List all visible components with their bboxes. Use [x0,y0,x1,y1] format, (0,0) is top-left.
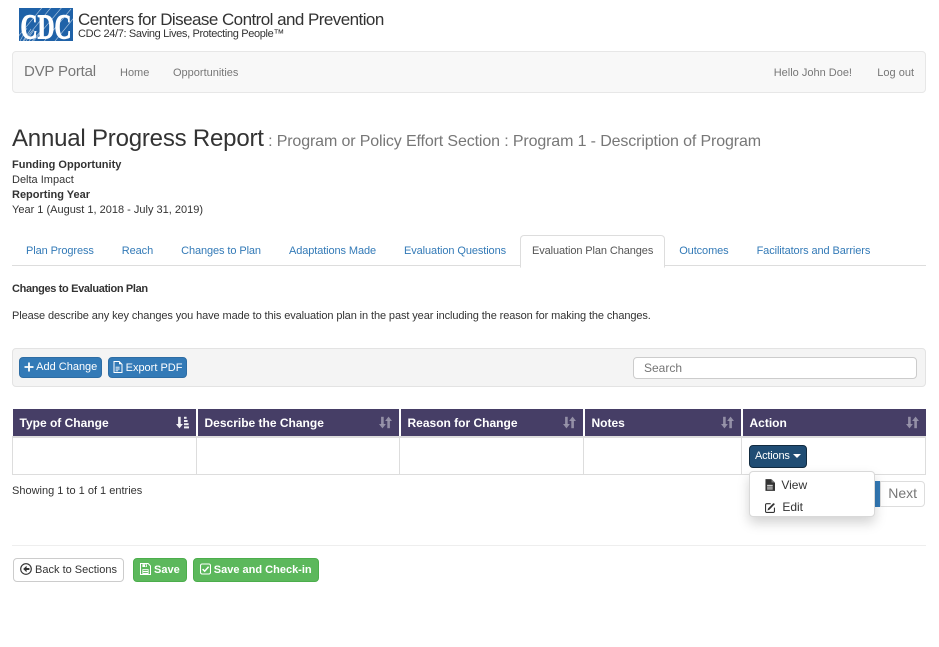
svg-text:CDC: CDC [21,8,72,41]
